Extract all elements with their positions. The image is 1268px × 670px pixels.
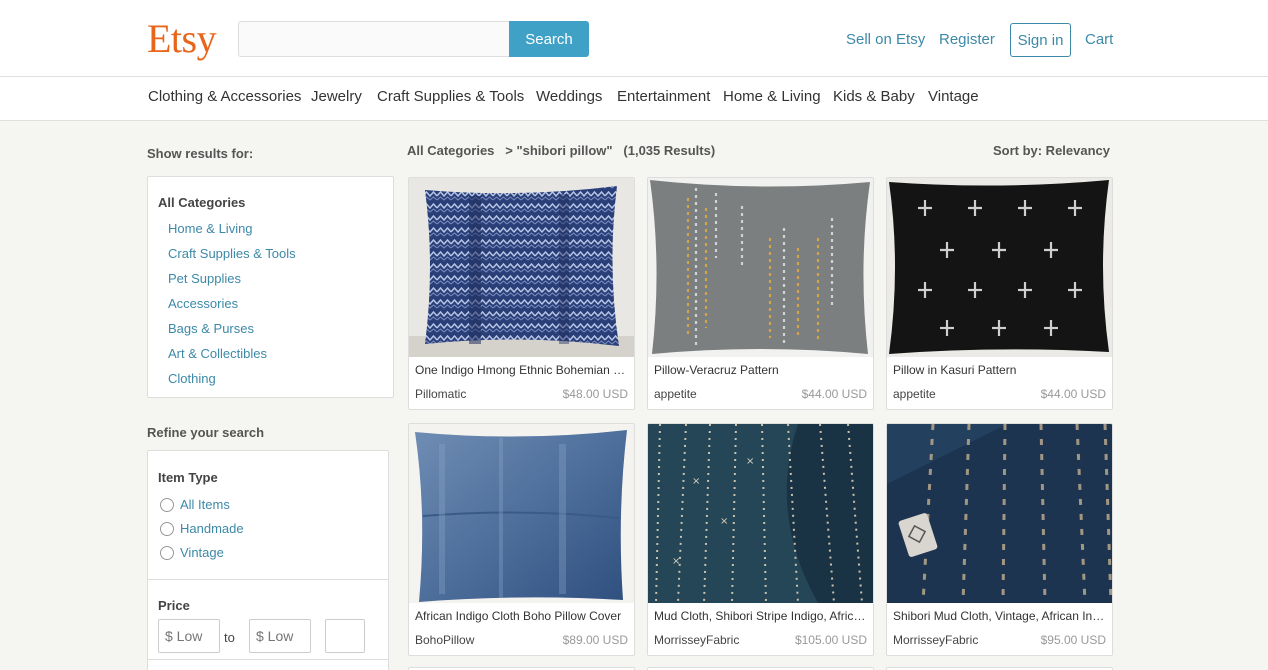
radio-button[interactable] (160, 545, 174, 560)
svg-text:×: × (672, 556, 680, 567)
category-link-accessories[interactable]: Accessories (168, 296, 238, 311)
listing-title[interactable]: Pillow-Veracruz Pattern (654, 363, 868, 377)
nav-item-vintage[interactable]: Vintage (928, 88, 979, 105)
listing-title[interactable]: Shibori Mud Cloth, Vintage, African Indi… (893, 609, 1107, 623)
listing-price: $44.00 USD (1040, 387, 1106, 401)
listing-shop[interactable]: MorrisseyFabric (893, 633, 978, 647)
item-type-all[interactable]: All Items (160, 497, 230, 512)
price-low-input[interactable] (158, 619, 220, 653)
search-button[interactable]: Search (509, 21, 589, 57)
listing-price: $48.00 USD (562, 387, 628, 401)
site-header: Etsy Search Sell on Etsy Register Sign i… (0, 0, 1268, 77)
price-high-input[interactable] (249, 619, 311, 653)
price-go-button[interactable] (325, 619, 365, 653)
listing-card[interactable]: Shibori Mud Cloth, Vintage, African Indi… (886, 423, 1113, 656)
price-to-label: to (224, 630, 235, 645)
listing-shop[interactable]: Pillomatic (415, 387, 466, 401)
cart-link[interactable]: Cart (1085, 31, 1113, 48)
listing-image-shibori-cloth[interactable] (887, 424, 1112, 603)
sign-in-button[interactable]: Sign in (1010, 23, 1071, 57)
refine-panel: Item Type All Items Handmade Vintage Pri… (147, 450, 389, 670)
sort-dropdown[interactable]: Sort by: Relevancy (993, 143, 1110, 158)
category-link-clothing[interactable]: Clothing (168, 371, 216, 386)
all-categories-title[interactable]: All Categories (158, 195, 245, 210)
listing-title[interactable]: Mud Cloth, Shibori Stripe Indigo, Africa… (654, 609, 868, 623)
listing-card[interactable]: Pillow in Kasuri Pattern appetite $44.00… (886, 177, 1113, 410)
listing-shop[interactable]: appetite (893, 387, 936, 401)
listing-card[interactable]: × × × × Mud Cloth, Shibori Stripe Indigo… (647, 423, 874, 656)
panel-divider (148, 579, 388, 580)
nav-item-kids-baby[interactable]: Kids & Baby (833, 88, 915, 105)
svg-text:×: × (692, 476, 700, 487)
register-link[interactable]: Register (939, 31, 995, 48)
radio-button[interactable] (160, 497, 174, 512)
refine-search-heading: Refine your search (147, 425, 265, 440)
listing-price: $105.00 USD (794, 633, 867, 647)
results-breadcrumb: All Categories > "shibori pillow" (1,035… (407, 143, 716, 158)
sell-on-etsy-link[interactable]: Sell on Etsy (846, 31, 925, 48)
listing-shop[interactable]: MorrisseyFabric (654, 633, 739, 647)
listing-card[interactable]: African Indigo Cloth Boho Pillow Cover B… (408, 423, 635, 656)
category-nav: Clothing & Accessories Jewelry Craft Sup… (0, 77, 1268, 121)
item-type-handmade[interactable]: Handmade (160, 521, 244, 536)
listing-image-black-pillow[interactable] (887, 178, 1112, 357)
category-link-craft-supplies[interactable]: Craft Supplies & Tools (168, 246, 296, 261)
svg-text:×: × (720, 516, 728, 527)
nav-item-weddings[interactable]: Weddings (536, 88, 602, 105)
nav-item-home-living[interactable]: Home & Living (723, 88, 821, 105)
panel-divider (148, 659, 388, 660)
etsy-logo[interactable]: Etsy (147, 16, 217, 62)
listing-price: $95.00 USD (1040, 633, 1106, 647)
listing-image-mud-cloth[interactable]: × × × × (648, 424, 873, 603)
radio-label[interactable]: Vintage (180, 545, 224, 560)
radio-button[interactable] (160, 521, 174, 536)
nav-item-clothing-accessories[interactable]: Clothing & Accessories (148, 88, 301, 105)
show-results-heading: Show results for: (147, 146, 254, 161)
listing-title[interactable]: Pillow in Kasuri Pattern (893, 363, 1107, 377)
listing-card[interactable]: One Indigo Hmong Ethnic Bohemian Pillow … (408, 177, 635, 410)
nav-item-jewelry[interactable]: Jewelry (311, 88, 362, 105)
search-input[interactable] (238, 21, 509, 57)
radio-label[interactable]: All Items (180, 497, 230, 512)
listing-shop[interactable]: appetite (654, 387, 697, 401)
category-link-pet-supplies[interactable]: Pet Supplies (168, 271, 241, 286)
category-link-art-collectibles[interactable]: Art & Collectibles (168, 346, 267, 361)
price-title: Price (158, 598, 190, 613)
category-link-bags-purses[interactable]: Bags & Purses (168, 321, 254, 336)
listing-image-faded-indigo-pillow[interactable] (409, 424, 634, 603)
item-type-vintage[interactable]: Vintage (160, 545, 224, 560)
listing-price: $44.00 USD (801, 387, 867, 401)
listing-shop[interactable]: BohoPillow (415, 633, 474, 647)
category-panel: All Categories Home & Living Craft Suppl… (147, 176, 394, 398)
listing-card[interactable]: Pillow-Veracruz Pattern appetite $44.00 … (647, 177, 874, 410)
nav-item-craft-supplies[interactable]: Craft Supplies & Tools (377, 88, 524, 105)
item-type-title: Item Type (158, 470, 218, 485)
radio-label[interactable]: Handmade (180, 521, 244, 536)
listing-title[interactable]: African Indigo Cloth Boho Pillow Cover (415, 609, 629, 623)
svg-text:×: × (746, 456, 754, 467)
listing-image-grey-pillow[interactable] (648, 178, 873, 357)
nav-item-entertainment[interactable]: Entertainment (617, 88, 710, 105)
search-bar: Search (238, 21, 589, 57)
listing-title[interactable]: One Indigo Hmong Ethnic Bohemian Pillow … (415, 363, 629, 377)
category-link-home-living[interactable]: Home & Living (168, 221, 253, 236)
listing-price: $89.00 USD (562, 633, 628, 647)
listing-image-indigo-pillow[interactable] (409, 178, 634, 357)
